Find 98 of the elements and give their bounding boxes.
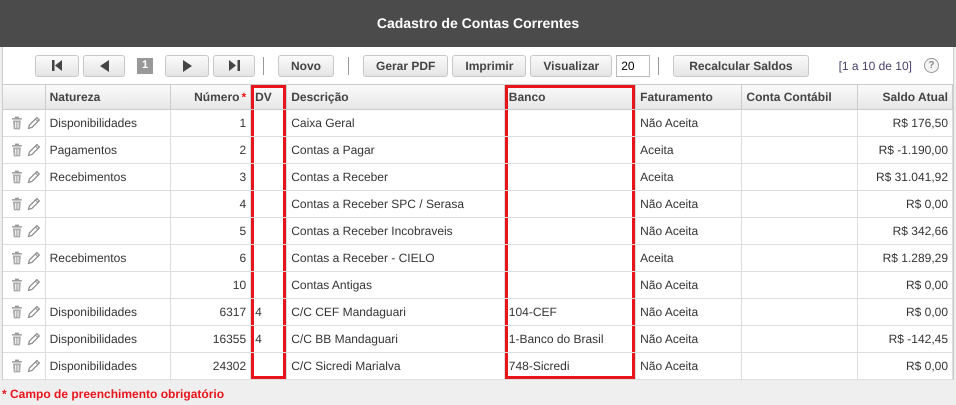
page-size-field[interactable]: 20	[616, 54, 650, 76]
table-cell: Contas a Receber Incobraveis	[291, 224, 453, 238]
table-cell: Contas a Pagar	[291, 142, 375, 156]
table-cell: C/C Sicredi Marialva	[291, 358, 401, 372]
table-cell: Não Aceita	[640, 224, 698, 238]
pencil-icon[interactable]	[26, 196, 41, 210]
record-range: [1 a 10 de 10]	[838, 58, 912, 74]
column-header[interactable]: Natureza	[45, 85, 170, 109]
trash-icon[interactable]	[11, 196, 23, 210]
trash-icon[interactable]	[11, 170, 23, 184]
table-cell: Pagamentos	[50, 142, 117, 156]
column-header[interactable]: Saldo Atual	[857, 85, 952, 109]
trash-icon[interactable]	[11, 224, 23, 238]
table-cell: R$ 0,00	[906, 358, 948, 372]
table-cell: Caixa Geral	[291, 116, 355, 130]
table-cell: 4	[239, 196, 246, 210]
report-button[interactable]: Imprimir	[452, 54, 526, 76]
table-cell: 104-CEF	[508, 304, 557, 318]
table-cell: 4	[255, 332, 262, 346]
table-cell: R$ 1.289,29	[882, 250, 948, 264]
pencil-icon[interactable]	[26, 278, 41, 292]
table-cell: Não Aceita	[640, 304, 698, 318]
table-cell: Contas a Receber - CIELO	[291, 250, 435, 264]
table-cell: Disponibilidades	[50, 304, 137, 318]
table-cell: 748-Sicredi	[508, 358, 570, 372]
table-cell: Não Aceita	[640, 278, 698, 292]
column-header[interactable]: Banco	[504, 85, 636, 109]
page-number: 1	[137, 58, 153, 74]
table-cell: Disponibilidades	[50, 116, 137, 130]
table-cell: 10	[232, 278, 246, 292]
table-cell: Aceita	[640, 142, 674, 156]
next-page-button[interactable]	[165, 54, 209, 76]
trash-icon[interactable]	[11, 332, 23, 346]
table-cell: Recebimentos	[50, 250, 126, 264]
previous-page-button[interactable]	[83, 54, 125, 76]
trash-icon[interactable]	[11, 278, 23, 292]
last-page-icon	[228, 60, 240, 71]
table-cell: R$ 342,66	[892, 224, 948, 238]
table-cell: Não Aceita	[640, 358, 698, 372]
first-page-button[interactable]	[35, 54, 79, 76]
table-cell: 5	[239, 224, 246, 238]
table-cell: Não Aceita	[640, 332, 698, 346]
table-cell: Não Aceita	[640, 116, 698, 130]
pencil-icon[interactable]	[26, 170, 41, 184]
table-cell: Disponibilidades	[50, 358, 137, 372]
table-cell: R$ -142,45	[888, 332, 948, 346]
table-cell: C/C CEF Mandaguari	[291, 304, 406, 318]
table-cell: 6	[239, 250, 246, 264]
pencil-icon[interactable]	[26, 332, 41, 346]
trash-icon[interactable]	[11, 250, 23, 264]
trash-icon[interactable]	[11, 142, 23, 156]
table-cell: Contas a Receber SPC / Serasa	[291, 196, 464, 210]
trash-icon[interactable]	[11, 358, 23, 372]
table-cell: 3	[239, 170, 246, 184]
report-button[interactable]: Gerar PDF	[363, 54, 448, 76]
pencil-icon[interactable]	[26, 304, 41, 318]
column-header[interactable]: DV	[250, 85, 287, 109]
pencil-icon[interactable]	[26, 116, 41, 130]
pencil-icon[interactable]	[26, 224, 41, 238]
window-title: Cadastro de Contas Correntes	[376, 14, 580, 33]
table-cell: R$ 176,50	[892, 116, 948, 130]
pencil-icon[interactable]	[26, 250, 41, 264]
first-page-icon	[52, 60, 62, 71]
table-cell: R$ 0,00	[906, 278, 948, 292]
table-cell: R$ 0,00	[906, 196, 948, 210]
required-field-note: * Campo de preenchimento obrigatório	[1, 386, 226, 402]
table-cell: 1-Banco do Brasil	[508, 332, 604, 346]
table-cell: 4	[255, 304, 262, 318]
column-header[interactable]: Faturamento	[636, 85, 742, 109]
table-cell: Não Aceita	[640, 196, 698, 210]
table-cell: R$ -1.190,00	[878, 142, 948, 156]
table-cell: 16355	[212, 332, 246, 346]
table-cell: Aceita	[640, 170, 674, 184]
table-cell: R$ 31.041,92	[876, 170, 948, 184]
table-cell: R$ 0,00	[906, 304, 948, 318]
pencil-icon[interactable]	[26, 142, 41, 156]
table-cell: Disponibilidades	[50, 332, 137, 346]
table-cell: 1	[239, 116, 246, 130]
trash-icon[interactable]	[11, 304, 23, 318]
report-button[interactable]: Visualizar	[530, 54, 612, 76]
last-page-button[interactable]	[213, 54, 255, 76]
column-header[interactable]: Número *	[170, 85, 251, 109]
table-cell: C/C BB Mandaguari	[291, 332, 398, 346]
table-cell: 24302	[212, 358, 246, 372]
new-button[interactable]: Novo	[278, 54, 334, 76]
table-cell: Recebimentos	[50, 170, 126, 184]
table-cell: Aceita	[640, 250, 674, 264]
trash-icon[interactable]	[11, 116, 23, 130]
table-cell: Contas Antigas	[291, 278, 372, 292]
table-cell: 2	[239, 142, 246, 156]
column-header[interactable]: Conta Contábil	[742, 85, 858, 109]
column-header[interactable]: Descrição	[286, 85, 504, 109]
pencil-icon[interactable]	[26, 358, 41, 372]
previous-icon	[100, 60, 108, 72]
recalculate-button[interactable]: Recalcular Saldos	[673, 54, 809, 76]
table-cell: Contas a Receber	[291, 170, 388, 184]
table-cell: 6317	[219, 304, 246, 318]
next-icon	[182, 60, 192, 72]
